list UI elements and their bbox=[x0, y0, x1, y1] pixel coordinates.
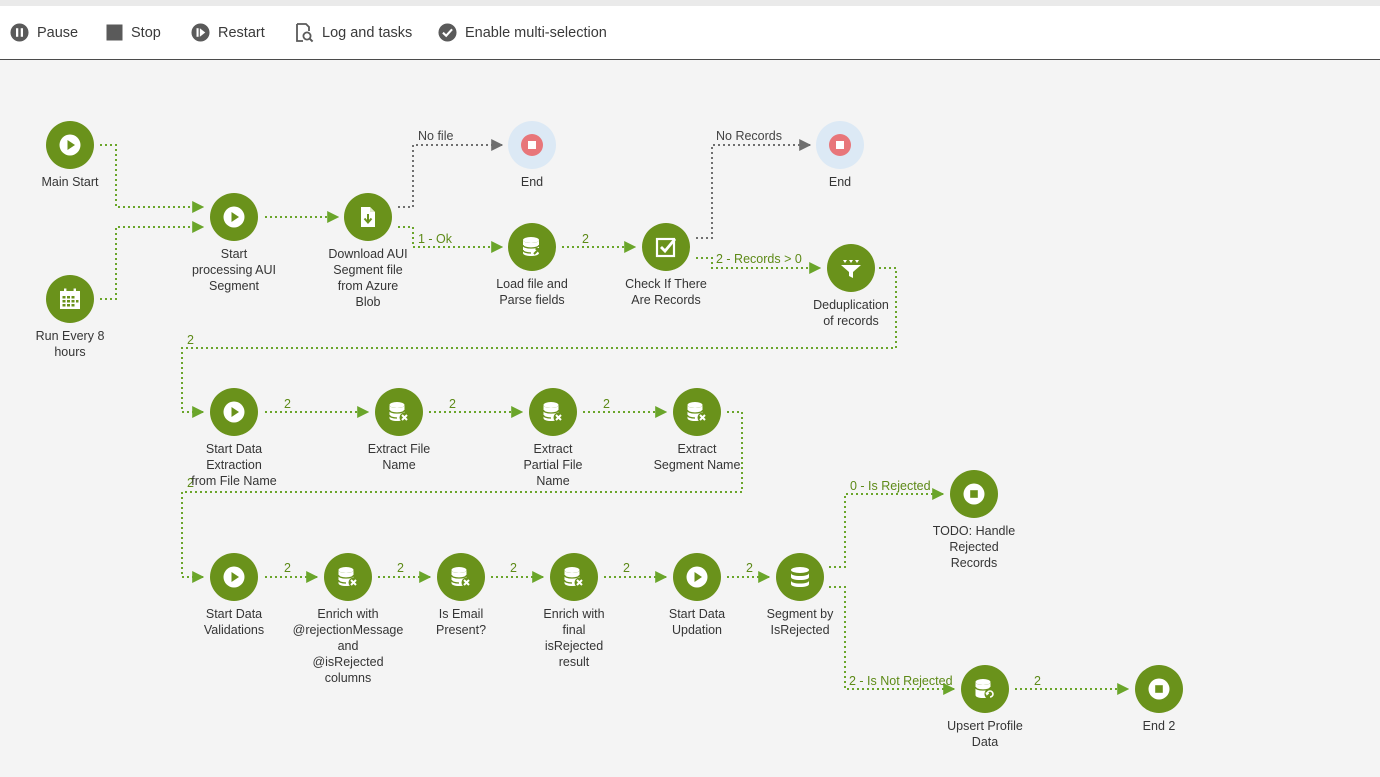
node-check-records[interactable] bbox=[642, 223, 690, 271]
edge-label-upsert-end: 2 bbox=[1034, 674, 1041, 688]
file-download-icon bbox=[361, 207, 375, 227]
node-download[interactable] bbox=[344, 193, 392, 241]
edge-label-v5: 2 bbox=[746, 561, 753, 575]
node-end-final-label: End 2 bbox=[1142, 719, 1176, 733]
workflow-canvas: No file 1 - Ok 2 No Records 2 - Records … bbox=[0, 60, 1380, 777]
node-end-final[interactable] bbox=[1135, 665, 1183, 713]
node-start-processing-label: Start processing AUI Segment bbox=[191, 247, 277, 293]
node-todo-label: TODO: Handle Rejected Records bbox=[932, 524, 1016, 570]
calendar-icon bbox=[60, 288, 80, 309]
edge-label-v3: 2 bbox=[510, 561, 517, 575]
toolbar: Pause Stop Restart Log and tasks Enable … bbox=[0, 6, 1380, 60]
node-start-validations[interactable] bbox=[210, 553, 258, 601]
edge-label-no-records: No Records bbox=[716, 129, 782, 143]
edge-label-no-file: No file bbox=[418, 129, 454, 143]
node-main-start-label: Main Start bbox=[41, 175, 99, 189]
node-extract-file-label: Extract File Name bbox=[367, 442, 431, 472]
node-dedup-label: Deduplication of records bbox=[813, 298, 889, 328]
restart-button[interactable]: Restart bbox=[191, 6, 265, 59]
edge-label-v2: 2 bbox=[397, 561, 404, 575]
node-enrich-final[interactable] bbox=[550, 553, 598, 601]
node-end-2-label: End bbox=[828, 175, 852, 189]
node-extract-file[interactable] bbox=[375, 388, 423, 436]
node-todo[interactable] bbox=[950, 470, 998, 518]
stop-icon bbox=[521, 134, 543, 156]
link-no-records bbox=[696, 139, 812, 239]
node-dedup[interactable] bbox=[827, 244, 875, 292]
stop-icon bbox=[829, 134, 851, 156]
database-load-icon bbox=[522, 237, 540, 256]
database-enrich-icon bbox=[388, 402, 410, 423]
node-enrich-rejection[interactable] bbox=[324, 553, 372, 601]
node-start-updation[interactable] bbox=[673, 553, 721, 601]
edge-label-dedup-out: 2 bbox=[187, 333, 194, 347]
node-run-every-label: Run Every 8 hours bbox=[35, 329, 105, 359]
edge-label-v1: 2 bbox=[284, 561, 291, 575]
log-and-tasks-button[interactable]: Log and tasks bbox=[295, 6, 412, 59]
database-enrich-icon bbox=[542, 402, 564, 423]
edge-label-v4: 2 bbox=[623, 561, 630, 575]
stop-button[interactable]: Stop bbox=[106, 6, 161, 59]
node-end-2[interactable] bbox=[816, 121, 864, 169]
edge-label-is-rejected: 0 - Is Rejected bbox=[850, 479, 931, 493]
node-is-email[interactable] bbox=[437, 553, 485, 601]
node-segment-rejected-label: Segment by IsRejected bbox=[766, 607, 834, 637]
node-start-extraction[interactable] bbox=[210, 388, 258, 436]
node-end-1-label: End bbox=[520, 175, 544, 189]
database-enrich-icon bbox=[450, 567, 472, 588]
node-extract-partial-label: Extract Partial File Name bbox=[523, 442, 583, 488]
multi-label: Enable multi-selection bbox=[465, 24, 607, 41]
edge-label-ex3: 2 bbox=[603, 397, 610, 411]
pause-label: Pause bbox=[37, 24, 79, 41]
database-refresh-icon bbox=[974, 679, 996, 700]
node-run-every[interactable] bbox=[46, 275, 94, 323]
play-icon bbox=[223, 206, 245, 228]
stop-icon bbox=[1148, 678, 1170, 700]
database-enrich-icon bbox=[686, 402, 708, 423]
checkbox-icon bbox=[655, 237, 677, 258]
edge-label-ex1: 2 bbox=[284, 397, 291, 411]
edge-label-is-not-rejected: 2 - Is Not Rejected bbox=[849, 674, 953, 688]
pause-button[interactable]: Pause bbox=[10, 6, 78, 59]
node-extract-segment[interactable] bbox=[673, 388, 721, 436]
node-segment-rejected[interactable] bbox=[776, 553, 824, 601]
play-icon bbox=[223, 566, 245, 588]
edge-label-ex2: 2 bbox=[449, 397, 456, 411]
edge-label-records: 2 - Records > 0 bbox=[716, 252, 802, 266]
node-load-file[interactable] bbox=[508, 223, 556, 271]
stop-label: Stop bbox=[131, 24, 161, 41]
play-icon bbox=[223, 401, 245, 423]
node-extract-partial[interactable] bbox=[529, 388, 577, 436]
pause-icon bbox=[10, 23, 29, 42]
funnel-icon bbox=[841, 260, 861, 278]
restart-label: Restart bbox=[218, 24, 265, 41]
stop-icon bbox=[106, 24, 123, 41]
node-main-start[interactable] bbox=[46, 121, 94, 169]
restart-icon bbox=[191, 23, 210, 42]
edge-label-ok: 1 - Ok bbox=[418, 232, 453, 246]
database-enrich-icon bbox=[563, 567, 585, 588]
node-upsert[interactable] bbox=[961, 665, 1009, 713]
enable-multi-selection-button[interactable]: Enable multi-selection bbox=[438, 6, 607, 59]
stop-icon bbox=[963, 483, 985, 505]
node-upsert-label: Upsert Profile Data bbox=[947, 719, 1023, 749]
log-label: Log and tasks bbox=[322, 24, 413, 41]
node-extract-segment-label: Extract Segment Name bbox=[653, 442, 741, 472]
node-end-1[interactable] bbox=[508, 121, 556, 169]
edge-label-load-check: 2 bbox=[582, 232, 589, 246]
log-search-icon bbox=[296, 22, 314, 42]
database-enrich-icon bbox=[337, 567, 359, 588]
node-start-extraction-label: Start Data Extraction from File Name bbox=[191, 442, 277, 488]
node-check-records-label: Check If There Are Records bbox=[625, 277, 707, 307]
node-start-processing[interactable] bbox=[210, 193, 258, 241]
play-icon bbox=[59, 134, 81, 156]
play-icon bbox=[686, 566, 708, 588]
node-load-file-label: Load file and Parse fields bbox=[496, 277, 568, 307]
node-download-label: Download AUI Segment file from Azure Blo… bbox=[328, 247, 408, 309]
check-circle-icon bbox=[438, 23, 457, 42]
database-split-icon bbox=[791, 567, 809, 587]
